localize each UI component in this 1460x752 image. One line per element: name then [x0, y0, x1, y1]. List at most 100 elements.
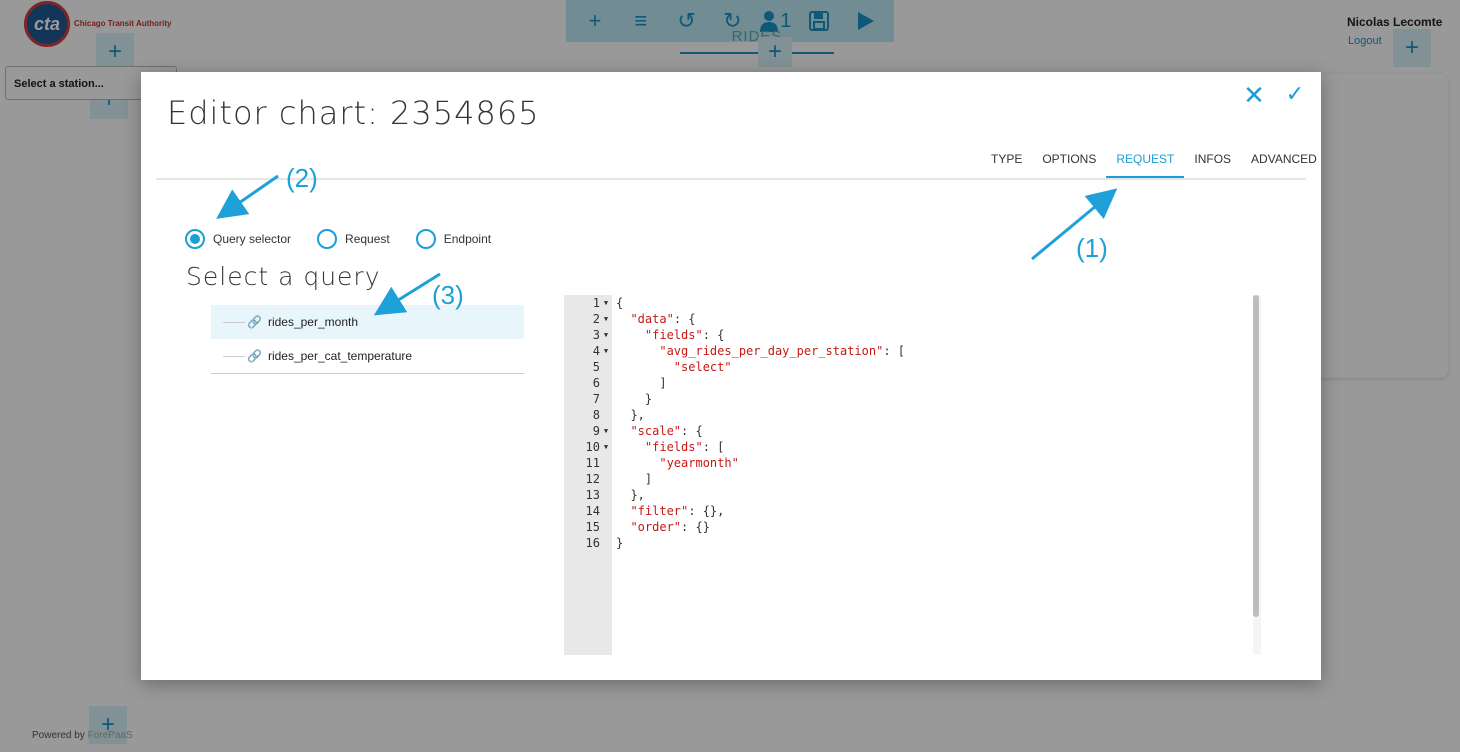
- link-icon: 🔗: [247, 315, 262, 329]
- code-line: 13 },: [564, 487, 1244, 503]
- radio-circle[interactable]: [185, 229, 205, 249]
- query-name: rides_per_month: [267, 315, 359, 329]
- tree-line: [223, 321, 245, 323]
- radio-circle[interactable]: [317, 229, 338, 249]
- chart-editor-modal: Editor chart: 2354865 ✕ ✓ TYPE OPTIONS R…: [141, 72, 1321, 680]
- code-text: "scale": {: [630, 424, 703, 438]
- radio-query-selector[interactable]: Query selector: [185, 229, 291, 249]
- annotation-2: (2): [286, 163, 318, 193]
- annotation-1: (1): [1076, 233, 1108, 263]
- code-line: 7 }: [564, 391, 1244, 407]
- code-text: ]: [616, 376, 667, 390]
- code-text: }: [616, 536, 624, 550]
- tab-infos[interactable]: INFOS: [1184, 148, 1241, 178]
- code-text: "avg_rides_per_day_per_station": [: [659, 344, 906, 358]
- code-line: 5 "select": [564, 359, 1244, 375]
- radio-endpoint[interactable]: Endpoint: [415, 229, 492, 249]
- tab-request[interactable]: REQUEST: [1106, 148, 1185, 178]
- code-line: 14 "filter": {},: [564, 503, 1244, 519]
- code-line: 2 ▼ "data": {: [564, 311, 1244, 327]
- select-query-heading: Select a query: [186, 262, 381, 291]
- fold-arrow-icon[interactable]: ▼: [600, 439, 612, 455]
- radio-circle[interactable]: [415, 229, 436, 249]
- line-number: 15: [585, 520, 600, 534]
- code-line: 9 ▼ "scale": {: [564, 423, 1244, 439]
- radio-label: Request: [345, 232, 390, 246]
- code-line: 16}: [564, 535, 1244, 551]
- line-number: 7: [592, 392, 600, 406]
- code-text: {: [616, 296, 624, 310]
- tabs-divider: [156, 178, 1306, 180]
- editor-scrollbar-thumb[interactable]: [1253, 295, 1259, 617]
- query-name: rides_per_cat_temperature: [267, 349, 413, 363]
- radio-label: Endpoint: [443, 232, 492, 246]
- line-number: 2: [592, 312, 600, 326]
- code-text: ]: [616, 472, 653, 486]
- fold-arrow-icon[interactable]: ▼: [600, 423, 612, 439]
- line-number: 6: [592, 376, 600, 390]
- close-icon[interactable]: ✕: [1241, 80, 1267, 110]
- query-list: 🔗 rides_per_month 🔗 rides_per_cat_temper…: [211, 305, 524, 374]
- code-line: 8 },: [564, 407, 1244, 423]
- code-text: "fields": {: [644, 328, 725, 342]
- tab-options[interactable]: OPTIONS: [1032, 148, 1106, 178]
- tab-advanced[interactable]: ADVANCED: [1241, 148, 1327, 178]
- fold-arrow-icon[interactable]: ▼: [600, 343, 612, 359]
- fold-arrow-icon[interactable]: ▼: [600, 295, 612, 311]
- line-number: 4: [592, 344, 600, 358]
- line-number: 14: [585, 504, 600, 518]
- line-number: 11: [585, 456, 600, 470]
- line-number: 10: [585, 440, 600, 454]
- request-mode-radios: Query selector Request Endpoint: [185, 229, 491, 249]
- code-line: 11 "yearmonth": [564, 455, 1244, 471]
- json-code-editor[interactable]: 1 ▼{2 ▼ "data": {3 ▼ "fields": {4 ▼ "avg_rid…: [564, 295, 1261, 655]
- modal-title: Editor chart: 2354865: [167, 94, 540, 132]
- query-item[interactable]: 🔗 rides_per_cat_temperature: [211, 339, 524, 373]
- radio-label: Query selector: [213, 232, 292, 246]
- code-text: "filter": {},: [630, 504, 725, 518]
- line-number: 9: [592, 424, 600, 438]
- code-text: "data": {: [630, 312, 696, 326]
- code-text: "fields": [: [644, 440, 725, 454]
- line-number: 8: [592, 408, 600, 422]
- code-text: }: [616, 392, 653, 406]
- line-number: 12: [585, 472, 600, 486]
- check-icon[interactable]: ✓: [1281, 80, 1309, 108]
- code-text: },: [616, 408, 645, 422]
- radio-request[interactable]: Request: [317, 229, 390, 249]
- code-text: "yearmonth": [659, 456, 739, 470]
- code-line: 1 ▼ {: [564, 295, 1244, 311]
- line-number: 1: [592, 296, 600, 310]
- line-number: 13: [585, 488, 600, 502]
- code-line: 6 ]: [564, 375, 1244, 391]
- annotation-3: (3): [432, 280, 464, 310]
- code-line: 12 ]: [564, 471, 1244, 487]
- line-number: 16: [585, 536, 600, 550]
- code-lines: 1 ▼{2 ▼ "data": {3 ▼ "fields": {4 ▼ "avg_rid…: [564, 295, 1244, 551]
- tree-line: [223, 355, 245, 357]
- fold-arrow-icon[interactable]: ▼: [600, 327, 612, 343]
- query-item[interactable]: 🔗 rides_per_month: [211, 305, 524, 339]
- code-line: 4 ▼ "avg_rides_per_day_per_station": [: [564, 343, 1244, 359]
- tab-type[interactable]: TYPE: [981, 148, 1032, 178]
- code-line: 15 "order": {}: [564, 519, 1244, 535]
- line-number: 3: [592, 328, 600, 342]
- fold-arrow-icon[interactable]: ▼: [600, 311, 612, 327]
- code-text: },: [616, 488, 645, 502]
- code-text: "select": [673, 360, 732, 374]
- code-text: "order": {}: [630, 520, 710, 534]
- link-icon: 🔗: [247, 349, 262, 363]
- editor-tabs: TYPE OPTIONS REQUEST INFOS ADVANCED: [981, 148, 1327, 178]
- line-number: 5: [592, 360, 600, 374]
- code-line: 3 ▼ "fields": {: [564, 327, 1244, 343]
